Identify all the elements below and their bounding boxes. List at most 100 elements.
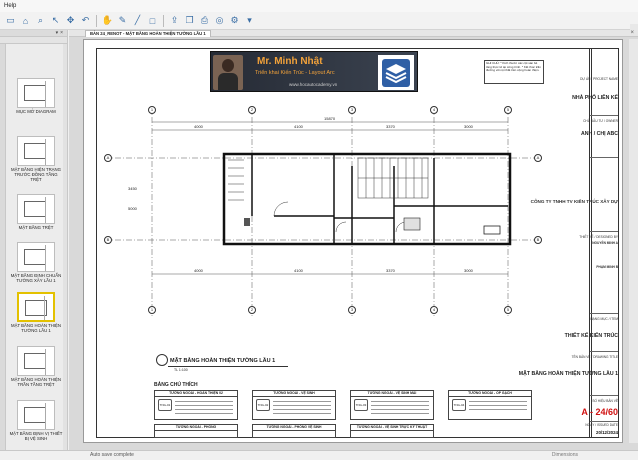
status-bar: Auto save complete Dimensions	[0, 450, 638, 460]
legend-line	[371, 409, 429, 410]
legend-line	[371, 413, 429, 414]
grid-bubble-b: B	[104, 236, 112, 244]
stamp-icon[interactable]: ◎	[213, 14, 226, 27]
panel-close-icon[interactable]: ×	[60, 30, 63, 36]
banner-subtitle: Triển khai Kiến Trúc - Layout Arc	[255, 70, 335, 76]
legend-code: TNG-02	[256, 399, 270, 411]
legend-line	[469, 401, 527, 402]
legend-item-head: TƯỜNG NGOÀI - HOÀN THIỆN 02	[155, 391, 237, 397]
thumbnail-list: MỤC MỞ DIAGRAM MẶT BẰNG HIỆN TRẠNG TRƯỚC…	[7, 44, 67, 450]
dim-bottom-2: 4100	[294, 268, 303, 273]
tab-document[interactable]: BẢN 24_RENOT - MẶT BẰNG HOÀN THIỆN TƯỜNG…	[85, 30, 211, 37]
page-icon[interactable]: ▭	[4, 14, 17, 27]
panel-side-tabs[interactable]	[0, 44, 6, 450]
thumbnail-item[interactable]: MẶT BẰNG HIỆN TRẠNG TRƯỚC ĐỒNG TẦNG TRỆT	[9, 136, 63, 182]
thumbnail-item[interactable]: MẶT BẰNG TRỆT	[9, 194, 63, 230]
thumbnail-label: MẶT BẰNG HOÀN THIỆN TƯỜNG LẦU 1	[11, 323, 61, 333]
thumbnail-item[interactable]: MẶT BẰNG ĐỊNH CHUẨN TƯỜNG XÂY LẦU 1	[9, 242, 63, 283]
legend-item-head: TƯỜNG NGOÀI - PHÒNG	[155, 425, 237, 431]
print-icon[interactable]: ⎙	[198, 14, 211, 27]
tb-company: CÔNG TY TNHH TV KIẾN TRÚC XÂY DỰ	[530, 199, 618, 204]
note-box: GHI CHÚ: * Kích thước các cột sàn bê tôn…	[484, 60, 544, 84]
author-banner: Mr. Minh Nhật Triển khai Kiến Trúc - Lay…	[210, 51, 418, 92]
thumbnail-label: MẶT BẰNG ĐỊNH VỊ THIẾT BỊ VỆ SINH	[9, 431, 63, 441]
status-dimensions[interactable]: Dimensions	[552, 451, 578, 460]
grid-bubble-2: 2	[248, 106, 256, 114]
thumbnail-label: MẶT BẰNG HOÀN THIỆN TRẦN TẦNG TRỆT	[11, 377, 61, 387]
settings-icon[interactable]: ⚙	[228, 14, 241, 27]
legend-line	[175, 405, 233, 406]
thumbnail-label: MẶT BẰNG HIỆN TRẠNG TRƯỚC ĐỒNG TẦNG TRỆT	[11, 167, 61, 182]
grid-bubble-1-bottom: 1	[148, 306, 156, 314]
thumbnail-item[interactable]: MỤC MỞ DIAGRAM	[9, 78, 63, 114]
export-icon[interactable]: ⇪	[168, 14, 181, 27]
thumbnail-item[interactable]: MẶT BẰNG ĐỊNH VỊ THIẾT BỊ VỆ SINH	[9, 400, 63, 441]
thumbnail-image	[17, 292, 55, 322]
rect-icon[interactable]: □	[146, 14, 159, 27]
grid-bubble-3: 3	[348, 106, 356, 114]
tb-sheet-no-label: SỐ HIỆU BẢN VẼ	[592, 399, 618, 403]
brush-icon[interactable]: ╱	[131, 14, 144, 27]
vertical-scrollbar[interactable]	[629, 39, 638, 443]
undo-icon[interactable]: ↶	[79, 14, 92, 27]
legend-line	[273, 405, 331, 406]
open-icon[interactable]: ⌂	[19, 14, 32, 27]
legend-item: TƯỜNG NGOÀI - HOÀN THIỆN 02 TNG-01	[154, 390, 238, 420]
legend-line	[371, 405, 429, 406]
tb-divider	[590, 115, 618, 116]
tb-divider	[590, 313, 618, 314]
banner-website: www.hocautocademy.vn	[289, 82, 338, 87]
legend-item-head: TƯỜNG NGOÀI - VỆ SINH MÁI	[351, 391, 433, 397]
dim-side-2: 5000	[128, 206, 137, 211]
legend-item: TƯỜNG NGOÀI - VỆ SINH TNG-02	[252, 390, 336, 420]
grid-bubble-5-bottom: 5	[504, 306, 512, 314]
panel-pin-icon[interactable]: ▾	[56, 30, 59, 36]
legend-line	[469, 409, 527, 410]
dim-top-3: 3370	[386, 124, 395, 129]
grid-bubble-2-bottom: 2	[248, 306, 256, 314]
legend-line	[175, 401, 233, 402]
pan-icon[interactable]: ✥	[64, 14, 77, 27]
thumbnail-scrollbar[interactable]	[63, 44, 67, 450]
tb-project: NHÀ PHỐ LIÊN KẾ	[572, 95, 618, 101]
tb-stage-label: HẠNG MỤC / ITEM	[590, 317, 618, 321]
legend-line	[371, 401, 429, 402]
grid-bubble-a-right: A	[534, 154, 542, 162]
thumbnail-image	[17, 242, 55, 272]
thumbnail-item-selected[interactable]: MẶT BẰNG HOÀN THIỆN TƯỜNG LẦU 1	[9, 292, 63, 333]
hand-icon[interactable]: ✋	[101, 14, 114, 27]
tb-date-label: NGÀY / ISSUED DATE	[585, 423, 618, 427]
thumbnail-image	[17, 194, 55, 224]
tb-client: ANH / CHỊ ABC	[581, 131, 618, 137]
legend-item-head: TƯỜNG NGOÀI - PHÒNG VỆ SINH	[253, 425, 335, 431]
pencil-icon[interactable]: ✎	[116, 14, 129, 27]
thumbnail-label: MẶT BẰNG ĐỊNH CHUẨN TƯỜNG XÂY LẦU 1	[10, 273, 62, 283]
tb-client-label: CHỦ ĐẦU TƯ / OWNER	[583, 119, 618, 123]
title-block: DỰ ÁN / PROJECT NAME NHÀ PHỐ LIÊN KẾ CHỦ…	[519, 48, 619, 438]
dim-top-4: 3000	[464, 124, 473, 129]
tb-designer-label: THIẾT KẾ / DESIGNED BY	[579, 235, 618, 239]
dim-total: 15870	[324, 116, 336, 121]
zoom-icon[interactable]: ⌕	[34, 14, 47, 27]
copy-icon[interactable]: ❐	[183, 14, 196, 27]
tb-divider	[590, 395, 618, 396]
panel-subheader	[0, 37, 67, 44]
legend-line	[175, 413, 233, 414]
tb-sheet-title-label: TÊN BẢN VẼ / DRAWING TITLE	[571, 355, 618, 359]
close-icon[interactable]: ×	[630, 30, 634, 37]
tb-stage: THIẾT KẾ KIẾN TRÚC	[564, 333, 618, 339]
select-icon[interactable]: ↖	[49, 14, 62, 27]
bookmark-icon[interactable]: ▾	[243, 14, 256, 27]
thumbnail-image	[17, 346, 55, 376]
status-text: Auto save complete	[90, 452, 134, 458]
drawing-scale: TL 1:100	[174, 368, 188, 372]
dim-top-2: 4100	[294, 124, 303, 129]
legend-item-head: TƯỜNG NGOÀI - VỆ SINH	[253, 391, 335, 397]
thumbnail-item[interactable]: MẶT BẰNG HOÀN THIỆN TRẦN TẦNG TRỆT	[9, 346, 63, 387]
layers-logo-icon	[378, 55, 414, 90]
grid-bubble-1: 1	[148, 106, 156, 114]
drawing-page[interactable]: Mr. Minh Nhật Triển khai Kiến Trúc - Lay…	[83, 39, 623, 443]
legend-line	[273, 413, 331, 414]
dim-top-1: 4000	[194, 124, 203, 129]
menu-help[interactable]: Help	[4, 3, 16, 9]
